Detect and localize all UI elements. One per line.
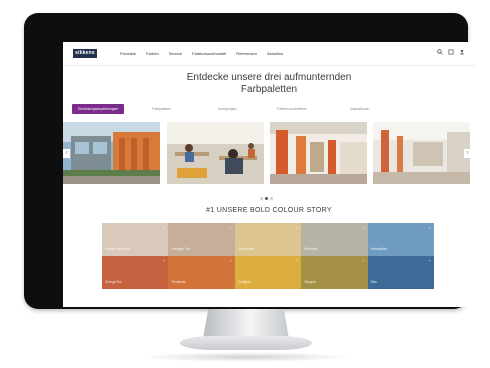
color-swatch-label: Himmelblau [370, 247, 388, 251]
search-icon[interactable] [437, 49, 443, 58]
section-title: #1 UNSERE BOLD COLOUR STORY [206, 207, 332, 214]
plus-icon[interactable]: + [296, 258, 298, 263]
plus-icon[interactable]: + [296, 225, 298, 230]
header-icons [437, 49, 465, 58]
tab-farbpaletten[interactable]: Farbpaletten [152, 104, 171, 114]
color-swatch-grid: + Grüner Schimmer + Sandiger Ton + Sonnenhell… [102, 223, 434, 289]
brand-logo[interactable]: sikkens [73, 49, 97, 58]
plus-icon[interactable]: + [229, 258, 231, 263]
nav-item-service[interactable]: Service [169, 51, 182, 56]
color-swatch[interactable]: + Grüner Schimmer [102, 223, 169, 256]
color-swatch[interactable]: + Blau [367, 256, 434, 289]
page-title-line2: Farbpaletten [240, 84, 298, 95]
carousel-dots [260, 197, 273, 200]
carousel-dot[interactable] [260, 197, 263, 200]
chevron-left-icon[interactable]: ‹ [63, 149, 70, 158]
nav-item-produkte[interactable]: Produkte [120, 51, 136, 56]
desktop-scene: sikkens Produkte Farben Service Farbtons… [0, 0, 490, 368]
color-swatch-label: Blau [370, 280, 377, 284]
color-swatch-label: Sonnenhell [237, 247, 254, 251]
cart-icon[interactable] [448, 49, 454, 58]
nav-item-aktuelles[interactable]: Aktuelles [267, 51, 283, 56]
plus-icon[interactable]: + [429, 258, 431, 263]
page-title-line1: Entdecke unsere drei aufmunternden [186, 72, 352, 83]
color-swatch[interactable]: + Olivgrün [301, 256, 368, 289]
color-swatch[interactable]: + Sandiger Ton [168, 223, 235, 256]
user-icon[interactable] [459, 49, 465, 58]
plus-icon[interactable]: + [429, 225, 431, 230]
carousel-slide-classroom [167, 122, 264, 184]
palette-tabs: Einrichtungsempfehlungen Farbpaletten An… [72, 104, 392, 114]
monitor-stand-neck [203, 309, 289, 339]
plus-icon[interactable]: + [362, 225, 364, 230]
main-nav: Produkte Farben Service Farbtonsuchhande… [120, 51, 283, 56]
carousel-dot-active[interactable] [265, 197, 268, 200]
plus-icon[interactable]: + [163, 258, 165, 263]
plus-icon[interactable]: + [362, 258, 364, 263]
color-swatch-label: Olivgrün [304, 280, 317, 284]
color-swatch[interactable]: + Orange Rot [102, 256, 169, 289]
monitor-screen: sikkens Produkte Farben Service Farbtons… [63, 42, 475, 307]
chevron-right-icon[interactable]: › [464, 149, 471, 158]
carousel-slide-hallway [270, 122, 367, 184]
plus-icon[interactable]: + [163, 225, 165, 230]
carousel-dot[interactable] [270, 197, 273, 200]
color-swatch[interactable]: + Steinweiß [301, 223, 368, 256]
carousel-slide-atrium [373, 122, 470, 184]
color-swatch-label: Sandiger Ton [171, 247, 191, 251]
carousel-slide-building [63, 122, 160, 184]
color-swatch[interactable]: + Sonnenhell [234, 223, 302, 256]
tab-einrichtungsempfehlungen[interactable]: Einrichtungsempfehlungen [72, 104, 125, 114]
tab-farben-kombinieren[interactable]: Farben kombinieren [277, 104, 307, 114]
tab-inspirationen[interactable]: Inspirationen [350, 104, 369, 114]
color-swatch-label: Steinweiß [304, 247, 319, 251]
tab-anregungen[interactable]: Anregungen [218, 104, 236, 114]
image-carousel: ‹ › [63, 122, 475, 184]
color-swatch-label: Grüner Schimmer [105, 247, 131, 251]
site-header: sikkens Produkte Farben Service Farbtons… [63, 42, 475, 66]
nav-item-farbtonsuche[interactable]: Farbtonsuchhandel [192, 51, 226, 56]
color-swatch[interactable]: + Goldgelb [234, 256, 302, 289]
color-swatch[interactable]: + Himmelblau [367, 223, 434, 256]
page-title: Entdecke unsere drei aufmunternden Farbp… [63, 72, 475, 96]
color-swatch-label: Terrakotta [171, 280, 186, 284]
color-swatch-label: Goldgelb [237, 280, 251, 284]
monitor-shadow [140, 352, 352, 362]
color-swatch-label: Orange Rot [105, 280, 122, 284]
plus-icon[interactable]: + [229, 225, 231, 230]
monitor-bezel: sikkens Produkte Farben Service Farbtons… [24, 13, 475, 309]
monitor-stand-base [180, 336, 312, 350]
color-swatch[interactable]: + Terrakotta [168, 256, 235, 289]
nav-item-referenzen[interactable]: Referenzen [236, 51, 257, 56]
nav-item-farben[interactable]: Farben [146, 51, 159, 56]
